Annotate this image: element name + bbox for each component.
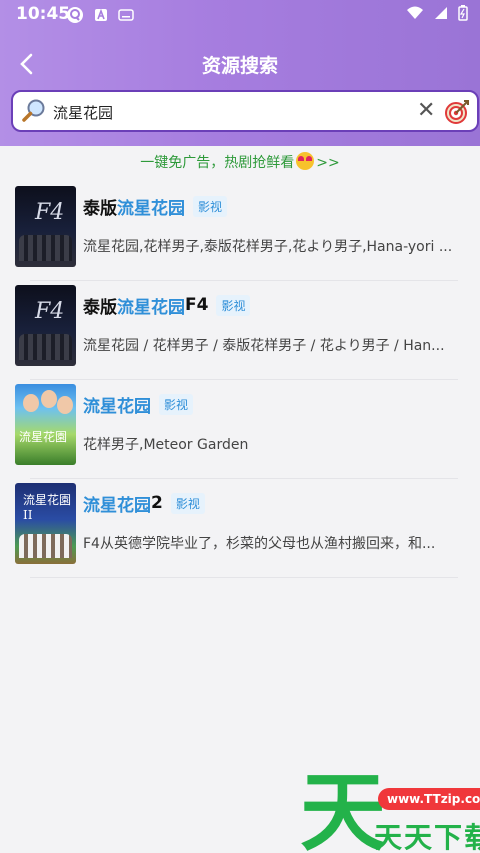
search-input[interactable]	[53, 100, 393, 124]
keyboard-icon	[118, 9, 134, 21]
watermark-url: www.TTzip.com	[378, 788, 480, 810]
signal-icon	[435, 7, 447, 19]
page-title: 资源搜索	[201, 55, 278, 77]
status-bar: 10:45	[0, 0, 480, 30]
category-tag: 影视	[216, 294, 251, 316]
result-description: 流星花园,花样男子,泰版花样男子,花より男子,Hana-yori ...	[83, 239, 453, 255]
result-item[interactable]: F4 泰版 流星花园 F4 影视 流星花园 / 花样男子 / 泰版花样男子 / 花…	[0, 281, 480, 380]
header-bar: 10:45 资源搜索 ✕	[0, 0, 480, 146]
category-tag: 影视	[170, 492, 205, 514]
result-title: 泰版 流星花园 F4 影视	[83, 293, 251, 318]
poster-image: F4	[15, 186, 76, 267]
category-tag: 影视	[159, 393, 194, 415]
clear-button[interactable]: ✕	[417, 100, 435, 122]
notification-icons	[66, 6, 134, 24]
poster-image: 流星花園	[15, 384, 76, 465]
result-item[interactable]: 流星花園 流星花园 影视 花样男子,Meteor Garden	[0, 380, 480, 479]
promo-link[interactable]: 一键免广告，热剧抢鲜看 >>	[0, 152, 480, 172]
watermark-text: 天天下载	[374, 821, 480, 853]
app-a-icon	[95, 8, 107, 21]
category-tag: 影视	[193, 195, 228, 217]
result-description: 花样男子,Meteor Garden	[83, 437, 249, 453]
result-title: 流星花园 影视	[83, 392, 194, 417]
result-list: F4 泰版 流星花园 影视 流星花园,花样男子,泰版花样男子,花より男子,Hana…	[0, 182, 480, 578]
result-description: F4从英德学院毕业了，杉菜的父母也从渔村搬回来，和...	[83, 536, 436, 552]
magnifier-icon	[22, 99, 45, 122]
result-description: 流星花园 / 花样男子 / 泰版花样男子 / 花より男子 / Han...	[83, 338, 445, 354]
watermark-logo: 天 www.TTzip.com 天天下载	[300, 770, 480, 853]
result-title: 流星花园 2 影视	[83, 491, 205, 516]
promo-text: 一键免广告，热剧抢鲜看	[140, 155, 295, 171]
result-item[interactable]: 流星花園 II 流星花园 2 影视 F4从英德学院毕业了，杉菜的父母也从渔村搬回来…	[0, 479, 480, 578]
system-icons	[406, 5, 468, 21]
result-title: 泰版 流星花园 影视	[83, 194, 228, 219]
target-icon[interactable]	[444, 99, 470, 125]
app-q-icon	[67, 7, 83, 23]
heart-eyes-emoji-icon	[296, 152, 315, 170]
status-time: 10:45	[16, 4, 71, 24]
poster-image: F4	[15, 285, 76, 366]
title-bar: 资源搜索	[0, 40, 480, 88]
result-item[interactable]: F4 泰版 流星花园 影视 流星花园,花样男子,泰版花样男子,花より男子,Hana…	[0, 182, 480, 281]
battery-icon	[458, 5, 468, 21]
promo-arrow: >>	[316, 155, 340, 171]
poster-image: 流星花園 II	[15, 483, 76, 564]
divider	[30, 577, 458, 578]
search-box: ✕	[11, 90, 479, 132]
wifi-icon	[407, 6, 423, 19]
